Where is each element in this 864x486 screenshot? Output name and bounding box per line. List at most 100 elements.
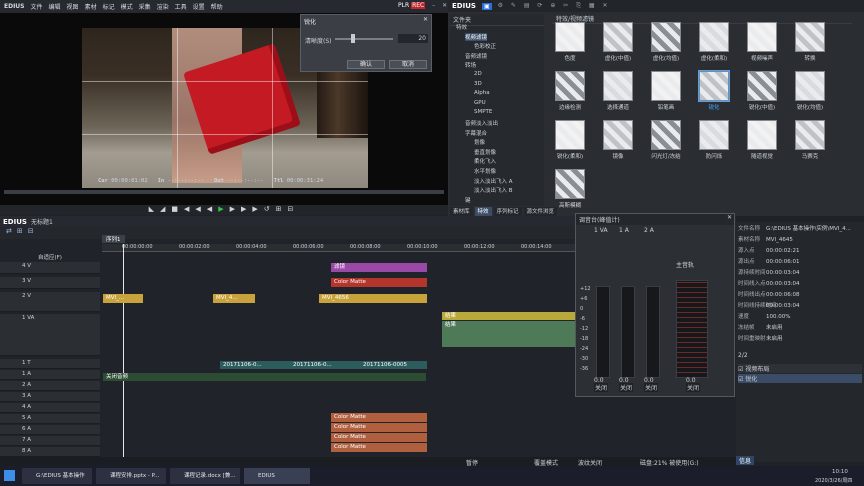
timeline-clip[interactable]: 结果 bbox=[442, 312, 576, 320]
track-header[interactable]: 6 A bbox=[0, 425, 100, 435]
set-out-icon[interactable]: ◢ bbox=[160, 205, 171, 213]
mixer-close-icon[interactable]: ✕ bbox=[727, 214, 732, 221]
start-icon[interactable] bbox=[4, 470, 15, 481]
tree-item[interactable]: 字幕混合 bbox=[465, 129, 487, 137]
mixer-fader[interactable] bbox=[676, 280, 708, 378]
track-header[interactable]: 8 A bbox=[0, 447, 100, 457]
taskbar-powerpoint[interactable]: 课程安排.pptx - P... bbox=[96, 468, 166, 484]
info-tab[interactable]: 信息 bbox=[736, 456, 755, 465]
sequence-tab[interactable]: 序列1 bbox=[102, 235, 125, 243]
mixer-fader[interactable] bbox=[596, 286, 610, 378]
tree-item[interactable]: 色彩校正 bbox=[474, 42, 496, 50]
track-header[interactable]: 4 A bbox=[0, 403, 100, 413]
track-header[interactable]: 1 T bbox=[0, 359, 100, 369]
tree-item[interactable]: 淡入淡出飞入 A bbox=[474, 177, 513, 185]
tree-item[interactable]: 垂直划像 bbox=[474, 148, 496, 156]
clarity-slider[interactable] bbox=[335, 38, 393, 40]
taskbar-word[interactable]: 课程记录.docx [兼... bbox=[170, 468, 240, 484]
menu-settings[interactable]: 设置 bbox=[193, 2, 205, 11]
effect-item[interactable]: 镜像 bbox=[600, 120, 636, 164]
track-header[interactable]: 2 A bbox=[0, 381, 100, 391]
tree-item[interactable]: 2D bbox=[474, 71, 482, 77]
track-header[interactable]: 1 A bbox=[0, 370, 100, 380]
effect-item[interactable]: 虚化(中值) bbox=[600, 22, 636, 66]
effect-item[interactable]: 色度 bbox=[552, 22, 588, 66]
tree-item[interactable]: 视频滤镜 bbox=[465, 32, 488, 41]
timeline-clip[interactable]: 20171106-0... bbox=[290, 361, 360, 369]
effect-item[interactable]: 锐化 bbox=[696, 70, 732, 115]
tree-item[interactable]: 划像 bbox=[474, 138, 485, 146]
clarity-value-field[interactable]: 20 bbox=[398, 34, 428, 43]
mode-icon[interactable]: ⇄ bbox=[6, 227, 17, 235]
dialog-close-icon[interactable]: ✕ bbox=[423, 16, 428, 23]
effect-item[interactable]: 马赛克 bbox=[792, 120, 828, 164]
timeline-clip[interactable]: 关闭音频 bbox=[103, 373, 426, 381]
timeline-clip[interactable]: Color Matte bbox=[331, 278, 427, 287]
tab-source-browser[interactable]: 源文件浏览 bbox=[523, 207, 558, 216]
tree-item[interactable]: GPU bbox=[474, 100, 486, 106]
timeline-clip[interactable]: Color Matte bbox=[331, 413, 427, 422]
insert-icon[interactable]: ⊞ bbox=[276, 205, 288, 213]
effect-item[interactable]: 选择通道 bbox=[600, 71, 636, 115]
fit-mode[interactable]: 自适应(F) bbox=[38, 253, 62, 261]
effect-item[interactable]: 转换 bbox=[792, 22, 828, 66]
menu-marker[interactable]: 标记 bbox=[103, 2, 115, 11]
tree-item[interactable]: 淡入淡出飞入 B bbox=[474, 186, 513, 194]
loop-icon[interactable]: ↺ bbox=[264, 205, 276, 213]
tree-item[interactable]: 音频滤镜 bbox=[465, 52, 487, 60]
menu-render[interactable]: 渲染 bbox=[157, 2, 169, 11]
effect-item[interactable]: 虚化(柔和) bbox=[696, 22, 732, 66]
playhead[interactable] bbox=[123, 244, 124, 457]
folder-icon[interactable]: ▣ bbox=[481, 2, 492, 10]
menu-tools[interactable]: 工具 bbox=[175, 2, 187, 11]
timeline-clip[interactable]: 滤镜 bbox=[331, 263, 427, 272]
timeline-clip[interactable]: 结果 bbox=[442, 321, 576, 347]
menu-help[interactable]: 帮助 bbox=[211, 2, 223, 11]
set-in-icon[interactable]: ◣ bbox=[149, 205, 160, 213]
tree-item[interactable]: 转场 bbox=[465, 61, 476, 69]
overwrite-icon[interactable]: ⊟ bbox=[288, 205, 300, 213]
mixer-off-button[interactable]: 关闭 bbox=[644, 383, 659, 392]
effect-item[interactable]: 锐化(柔和) bbox=[552, 120, 588, 164]
track-header[interactable]: 1 VA bbox=[0, 314, 100, 356]
tree-item[interactable]: 水平划像 bbox=[474, 167, 496, 175]
timeline-ruler[interactable]: 00:00:00:00 00:00:02:00 00:00:04:00 00:00:0… bbox=[102, 244, 609, 252]
checkbox-icon[interactable]: ☑ bbox=[738, 376, 743, 383]
effects-toolbar-icons[interactable]: ⚙ ✎ ▤ ⟳ ⊕ ✂ ⎘ ▦ ✕ bbox=[498, 2, 611, 10]
filter-item-sharpen[interactable]: ☑ 锐化 bbox=[738, 374, 862, 383]
taskbar-explorer[interactable]: G:\EDIUS 基本操作 bbox=[22, 468, 92, 484]
track-header[interactable]: 5 A bbox=[0, 414, 100, 424]
effect-item[interactable]: 边缘检测 bbox=[552, 71, 588, 115]
track-header[interactable]: 3 V bbox=[0, 277, 100, 289]
tree-item[interactable]: 音频淡入淡出 bbox=[465, 119, 498, 127]
effect-item[interactable]: 防闪烁 bbox=[696, 120, 732, 164]
ok-button[interactable]: 确认 bbox=[347, 60, 385, 69]
play-icon[interactable]: ▶ bbox=[218, 205, 229, 213]
checkbox-icon[interactable]: ☑ bbox=[738, 366, 743, 373]
taskbar-edius[interactable]: EDIUS bbox=[244, 468, 310, 484]
menu-edit[interactable]: 编辑 bbox=[49, 2, 61, 11]
preview-scrubber[interactable] bbox=[4, 190, 444, 194]
timeline-clip[interactable]: MVI_4656 bbox=[319, 294, 427, 303]
tree-item[interactable]: 键 bbox=[465, 196, 471, 204]
filter-item-layout[interactable]: ☑ 视频布局 bbox=[738, 364, 862, 373]
tree-item[interactable]: SMPTE bbox=[474, 109, 492, 115]
mixer-off-button[interactable]: 关闭 bbox=[686, 383, 701, 392]
mixer-off-button[interactable]: 关闭 bbox=[619, 383, 634, 392]
menu-view[interactable]: 视图 bbox=[67, 2, 79, 11]
effect-item[interactable]: 视频噪声 bbox=[744, 22, 780, 66]
timeline-clip[interactable]: 20171106-0... bbox=[220, 361, 290, 369]
track-header[interactable]: 7 A bbox=[0, 436, 100, 446]
track-header[interactable]: 4 V bbox=[0, 262, 100, 274]
tab-effects[interactable]: 特效 bbox=[474, 207, 492, 216]
stop-icon[interactable]: ■ bbox=[171, 205, 184, 213]
timeline-clip[interactable]: MVI_4... bbox=[213, 294, 255, 303]
effect-item[interactable]: 锐化(均值) bbox=[792, 71, 828, 115]
menu-capture[interactable]: 采集 bbox=[139, 2, 151, 11]
plr-label[interactable]: PLR bbox=[398, 2, 409, 9]
tab-markers[interactable]: 序列标记 bbox=[493, 207, 522, 216]
step-back-icon[interactable]: ◀ bbox=[207, 205, 218, 213]
effect-item[interactable]: 隧道视觉 bbox=[744, 120, 780, 164]
rewind-icon[interactable]: ◀◀ bbox=[184, 205, 207, 213]
tree-item[interactable]: 3D bbox=[474, 81, 482, 87]
